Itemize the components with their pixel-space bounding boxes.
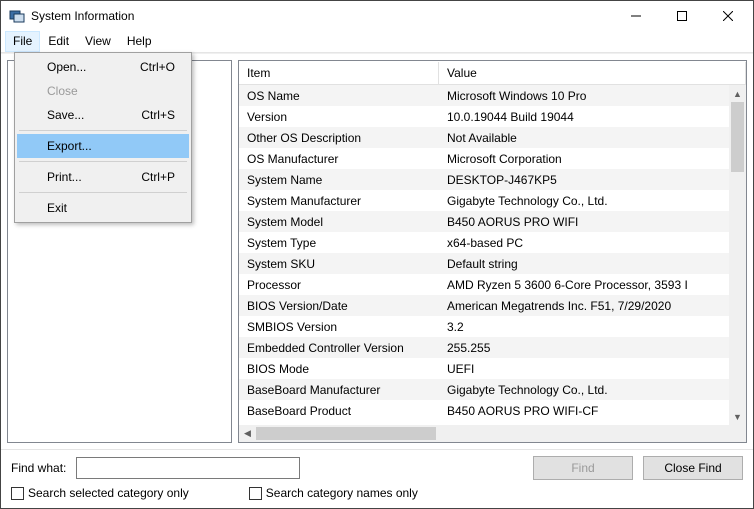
cell-value: B450 AORUS PRO WIFI	[439, 213, 729, 231]
window: System Information File Edit View Help I…	[0, 0, 754, 509]
cell-value: DESKTOP-J467KP5	[439, 171, 729, 189]
cell-item: Processor	[239, 276, 439, 294]
close-find-button[interactable]: Close Find	[643, 456, 743, 480]
cell-item: BIOS Version/Date	[239, 297, 439, 315]
menu-open[interactable]: Open...Ctrl+O	[17, 55, 189, 79]
hscroll-thumb[interactable]	[256, 427, 436, 440]
menu-help[interactable]: Help	[119, 31, 160, 52]
cell-value: Microsoft Corporation	[439, 150, 729, 168]
cell-value: x64-based PC	[439, 234, 729, 252]
cell-value: 3.2	[439, 318, 729, 336]
cell-value: Not Available	[439, 129, 729, 147]
cell-value: Gigabyte Technology Co., Ltd.	[439, 192, 729, 210]
find-panel: Find what: Find Close Find Search select…	[1, 449, 753, 508]
menu-export[interactable]: Export...	[17, 134, 189, 158]
table-row[interactable]: BIOS ModeUEFI	[239, 358, 729, 379]
table-row[interactable]: System NameDESKTOP-J467KP5	[239, 169, 729, 190]
vscroll-thumb[interactable]	[731, 102, 744, 172]
cell-item: OS Manufacturer	[239, 150, 439, 168]
table-row[interactable]: System Typex64-based PC	[239, 232, 729, 253]
app-icon	[9, 8, 25, 24]
scroll-corner	[729, 425, 746, 442]
file-menu-dropdown: Open...Ctrl+O Close Save...Ctrl+S Export…	[14, 52, 192, 223]
minimize-button[interactable]	[613, 1, 659, 31]
details-list: Item Value OS NameMicrosoft Windows 10 P…	[238, 60, 747, 443]
cell-item: Embedded Controller Version	[239, 339, 439, 357]
checkbox-selected-category[interactable]: Search selected category only	[11, 486, 189, 500]
table-row[interactable]: BaseBoard ManufacturerGigabyte Technolog…	[239, 379, 729, 400]
table-row[interactable]: SMBIOS Version3.2	[239, 316, 729, 337]
cell-value: Gigabyte Technology Co., Ltd.	[439, 381, 729, 399]
cell-item: OS Name	[239, 87, 439, 105]
menu-edit[interactable]: Edit	[40, 31, 77, 52]
table-row[interactable]: Other OS DescriptionNot Available	[239, 127, 729, 148]
menu-view[interactable]: View	[77, 31, 119, 52]
menu-close[interactable]: Close	[17, 79, 189, 103]
cell-value: B450 AORUS PRO WIFI-CF	[439, 402, 729, 420]
menu-separator	[19, 161, 187, 162]
checkbox-icon	[249, 487, 262, 500]
cell-item: BaseBoard Product	[239, 402, 439, 420]
cell-item: System Manufacturer	[239, 192, 439, 210]
cell-item: System Type	[239, 234, 439, 252]
find-label: Find what:	[11, 461, 66, 475]
checkbox-icon	[11, 487, 24, 500]
table-row[interactable]: Embedded Controller Version255.255	[239, 337, 729, 358]
cell-value: American Megatrends Inc. F51, 7/29/2020	[439, 297, 729, 315]
table-row[interactable]: BIOS Version/DateAmerican Megatrends Inc…	[239, 295, 729, 316]
table-row[interactable]: OS NameMicrosoft Windows 10 Pro	[239, 85, 729, 106]
cell-item: System SKU	[239, 255, 439, 273]
menu-separator	[19, 192, 187, 193]
hscroll-track[interactable]	[256, 425, 729, 442]
horizontal-scrollbar[interactable]: ◀ ▶	[239, 425, 746, 442]
titlebar: System Information	[1, 1, 753, 31]
cell-value: 255.255	[439, 339, 729, 357]
checkbox-category-names[interactable]: Search category names only	[249, 486, 418, 500]
table-row[interactable]: ProcessorAMD Ryzen 5 3600 6-Core Process…	[239, 274, 729, 295]
cell-item: System Model	[239, 213, 439, 231]
table-row[interactable]: BaseBoard ProductB450 AORUS PRO WIFI-CF	[239, 400, 729, 421]
cell-item: Other OS Description	[239, 129, 439, 147]
column-value[interactable]: Value	[439, 62, 746, 84]
cell-value: UEFI	[439, 360, 729, 378]
table-row[interactable]: System ManufacturerGigabyte Technology C…	[239, 190, 729, 211]
cell-item: System Name	[239, 171, 439, 189]
column-item[interactable]: Item	[239, 62, 439, 84]
menu-save[interactable]: Save...Ctrl+S	[17, 103, 189, 127]
table-row[interactable]: System ModelB450 AORUS PRO WIFI	[239, 211, 729, 232]
menubar: File Edit View Help	[1, 31, 753, 53]
list-header: Item Value	[239, 61, 746, 85]
table-row[interactable]: System SKUDefault string	[239, 253, 729, 274]
cell-item: BIOS Mode	[239, 360, 439, 378]
close-button[interactable]	[705, 1, 751, 31]
cell-value: AMD Ryzen 5 3600 6-Core Processor, 3593 …	[439, 276, 729, 294]
cell-value: 10.0.19044 Build 19044	[439, 108, 729, 126]
maximize-button[interactable]	[659, 1, 705, 31]
cell-value: Microsoft Windows 10 Pro	[439, 87, 729, 105]
find-input[interactable]	[76, 457, 299, 479]
scroll-down-icon[interactable]: ▼	[729, 408, 746, 425]
menu-exit[interactable]: Exit	[17, 196, 189, 220]
list-body: OS NameMicrosoft Windows 10 ProVersion10…	[239, 85, 746, 442]
menu-separator	[19, 130, 187, 131]
vertical-scrollbar[interactable]: ▲ ▼	[729, 85, 746, 425]
menu-print[interactable]: Print...Ctrl+P	[17, 165, 189, 189]
table-row[interactable]: Version10.0.19044 Build 19044	[239, 106, 729, 127]
menu-file[interactable]: File	[5, 31, 40, 52]
cell-item: SMBIOS Version	[239, 318, 439, 336]
cell-item: BaseBoard Manufacturer	[239, 381, 439, 399]
window-title: System Information	[31, 9, 613, 23]
cell-item: Version	[239, 108, 439, 126]
vscroll-track[interactable]	[729, 102, 746, 408]
cell-value: Default string	[439, 255, 729, 273]
scroll-left-icon[interactable]: ◀	[239, 425, 256, 442]
scroll-up-icon[interactable]: ▲	[729, 85, 746, 102]
find-button[interactable]: Find	[533, 456, 633, 480]
table-row[interactable]: OS ManufacturerMicrosoft Corporation	[239, 148, 729, 169]
